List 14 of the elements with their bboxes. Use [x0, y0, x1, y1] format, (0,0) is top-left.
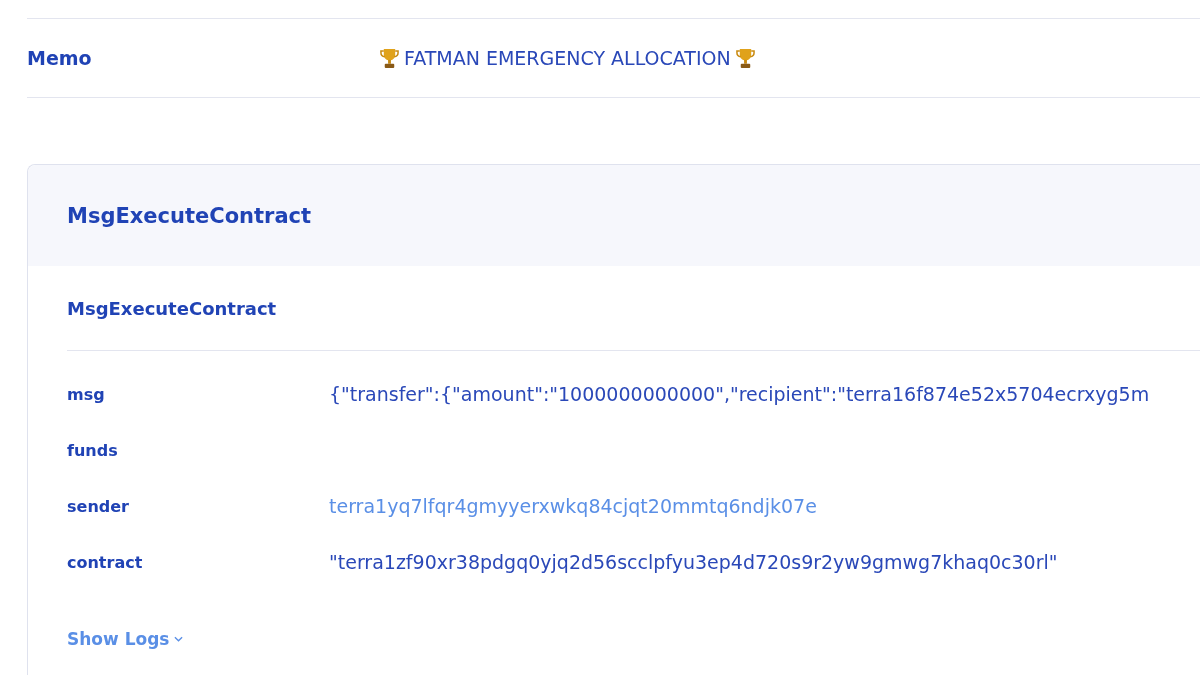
card-title: MsgExecuteContract [67, 203, 312, 228]
message-type-title: MsgExecuteContract [67, 297, 277, 319]
chevron-icon [174, 636, 184, 642]
trophy-icon [380, 47, 399, 69]
field-value: {"transfer":{"amount":"1000000000000","recipient":"terra16f874e52x5704ecrxyg5m [329, 383, 1150, 405]
field-label: contract [67, 552, 144, 572]
field-value: "terra1zf90xr38pdgq0yjq2d56scclpfyu3ep4d720s9r2yw9gmwg7khaq0c30rl" [329, 551, 1058, 573]
memo-text: FATMAN EMERGENCY ALLOCATION [404, 47, 731, 69]
field-label: msg [67, 384, 106, 404]
address-link[interactable]: terra1yq7lfqr4gmyyerxwkq84cjqt20mmtq6ndjk07e [329, 495, 817, 517]
trophy-icon [735, 47, 755, 69]
show-logs-button[interactable]: Show Logs [67, 629, 184, 649]
field-label: sender [67, 496, 130, 516]
memo-label: Memo [27, 47, 93, 69]
